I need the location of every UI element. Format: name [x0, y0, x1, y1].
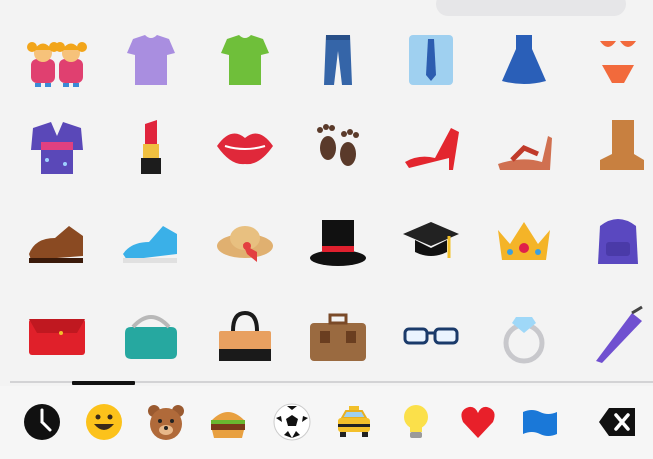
taxi-icon: [338, 406, 370, 437]
emoji-two-girls[interactable]: [22, 22, 92, 92]
category-bar: [0, 386, 653, 459]
category-flags[interactable]: [514, 396, 566, 448]
category-symbols[interactable]: [452, 396, 504, 448]
emoji-high-heel[interactable]: [396, 111, 466, 181]
emoji-clutch-purse[interactable]: [22, 300, 92, 370]
category-objects[interactable]: [390, 396, 442, 448]
emoji-running-shoe[interactable]: [116, 205, 186, 275]
category-travel[interactable]: [328, 396, 380, 448]
emoji-closed-umbrella[interactable]: [583, 300, 653, 370]
emoji-dress[interactable]: [489, 22, 559, 92]
emoji-bikini[interactable]: [583, 22, 653, 92]
emoji-sun-hat[interactable]: [210, 205, 280, 275]
emoji-tshirt-purple[interactable]: [116, 22, 186, 92]
light-bulb-icon: [404, 405, 428, 438]
category-smileys[interactable]: [78, 396, 130, 448]
emoji-footprints[interactable]: [303, 111, 373, 181]
backspace-icon: [599, 408, 635, 436]
emoji-grid: [0, 0, 653, 380]
bear-face-icon: [148, 405, 184, 440]
emoji-boot[interactable]: [583, 111, 653, 181]
emoji-top-hat[interactable]: [303, 205, 373, 275]
emoji-tshirt-green[interactable]: [210, 22, 280, 92]
emoji-sandal[interactable]: [489, 111, 559, 181]
emoji-eyeglasses[interactable]: [396, 300, 466, 370]
emoji-backpack[interactable]: [583, 205, 653, 275]
emoji-graduation-cap[interactable]: [396, 205, 466, 275]
category-animals[interactable]: [140, 396, 192, 448]
category-food[interactable]: [202, 396, 254, 448]
hamburger-icon: [211, 412, 245, 438]
emoji-ring[interactable]: [489, 300, 559, 370]
red-heart-icon: [461, 406, 495, 438]
emoji-coin-purse[interactable]: [116, 300, 186, 370]
grinning-face-icon: [86, 404, 122, 440]
emoji-mans-shoe[interactable]: [22, 205, 92, 275]
emoji-briefcase[interactable]: [303, 300, 373, 370]
clock-icon: [24, 404, 60, 440]
emoji-handbag[interactable]: [210, 300, 280, 370]
category-recent[interactable]: [16, 396, 68, 448]
emoji-kimono[interactable]: [22, 111, 92, 181]
delete-button[interactable]: [591, 396, 643, 448]
emoji-kiss-lips[interactable]: [210, 111, 280, 181]
emoji-crown[interactable]: [489, 205, 559, 275]
soccer-ball-icon: [273, 403, 311, 441]
active-category-indicator: [72, 381, 135, 385]
emoji-lipstick[interactable]: [116, 111, 186, 181]
blue-flag-icon: [523, 410, 557, 436]
category-activity[interactable]: [266, 396, 318, 448]
emoji-dress-shirt[interactable]: [396, 22, 466, 92]
emoji-jeans[interactable]: [303, 22, 373, 92]
